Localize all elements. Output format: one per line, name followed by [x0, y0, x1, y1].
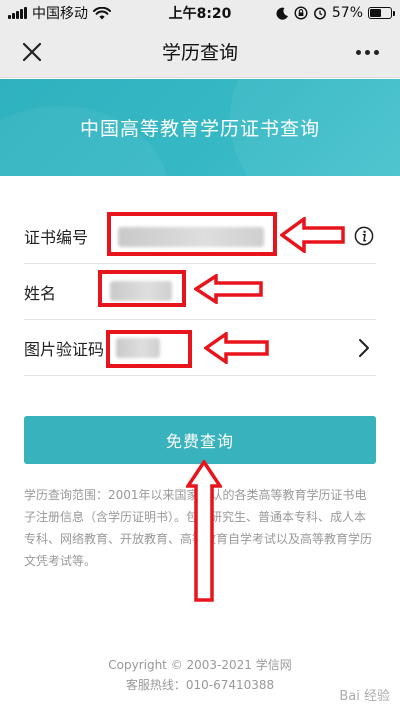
watermark: Bai 经验	[339, 689, 390, 704]
wifi-icon	[93, 6, 111, 19]
status-bar: 中国移动 上午8:20 57%	[0, 0, 400, 26]
status-left: 中国移动	[8, 3, 111, 23]
banner-title: 中国高等教育学历证书查询	[79, 118, 320, 140]
chevron-right-icon[interactable]	[358, 338, 370, 358]
copyright-text: Copyright © 2003-2021 学信网	[108, 658, 292, 672]
moon-icon	[276, 7, 288, 20]
more-dot-icon	[364, 49, 370, 55]
annotation-arrow-up-icon	[186, 460, 222, 602]
certificate-number-label: 证书编号	[24, 227, 89, 247]
signal-icon	[8, 7, 27, 19]
annotation-box-name	[98, 270, 186, 307]
status-right: 57%	[276, 5, 395, 21]
info-icon[interactable]	[354, 226, 374, 246]
more-button[interactable]	[352, 42, 382, 62]
name-label: 姓名	[24, 283, 57, 303]
more-dot-icon	[355, 49, 361, 55]
free-query-button[interactable]: 免费查询	[24, 416, 376, 464]
carrier-name: 中国移动	[32, 6, 88, 22]
lock-rotation-icon	[294, 6, 308, 20]
more-dot-icon	[373, 49, 379, 55]
page-title: 学历查询	[161, 42, 238, 64]
annotation-arrow-left-icon	[194, 274, 263, 304]
annotation-arrow-left-icon	[280, 217, 345, 253]
banner: 中国高等教育学历证书查询	[0, 79, 400, 176]
nav-bar: 学历查询	[0, 26, 400, 78]
battery-percent: 57%	[331, 5, 363, 21]
captcha-row[interactable]: 图片验证码	[24, 320, 376, 376]
close-icon	[22, 42, 42, 62]
annotation-box-captcha	[106, 330, 192, 368]
annotation-arrow-left-icon	[204, 332, 269, 364]
battery-icon	[368, 7, 395, 19]
captcha-label: 图片验证码	[24, 339, 105, 359]
alarm-icon	[313, 7, 326, 20]
battery-fill	[370, 9, 382, 17]
annotation-box-certificate	[107, 212, 277, 256]
close-button[interactable]	[18, 38, 46, 66]
